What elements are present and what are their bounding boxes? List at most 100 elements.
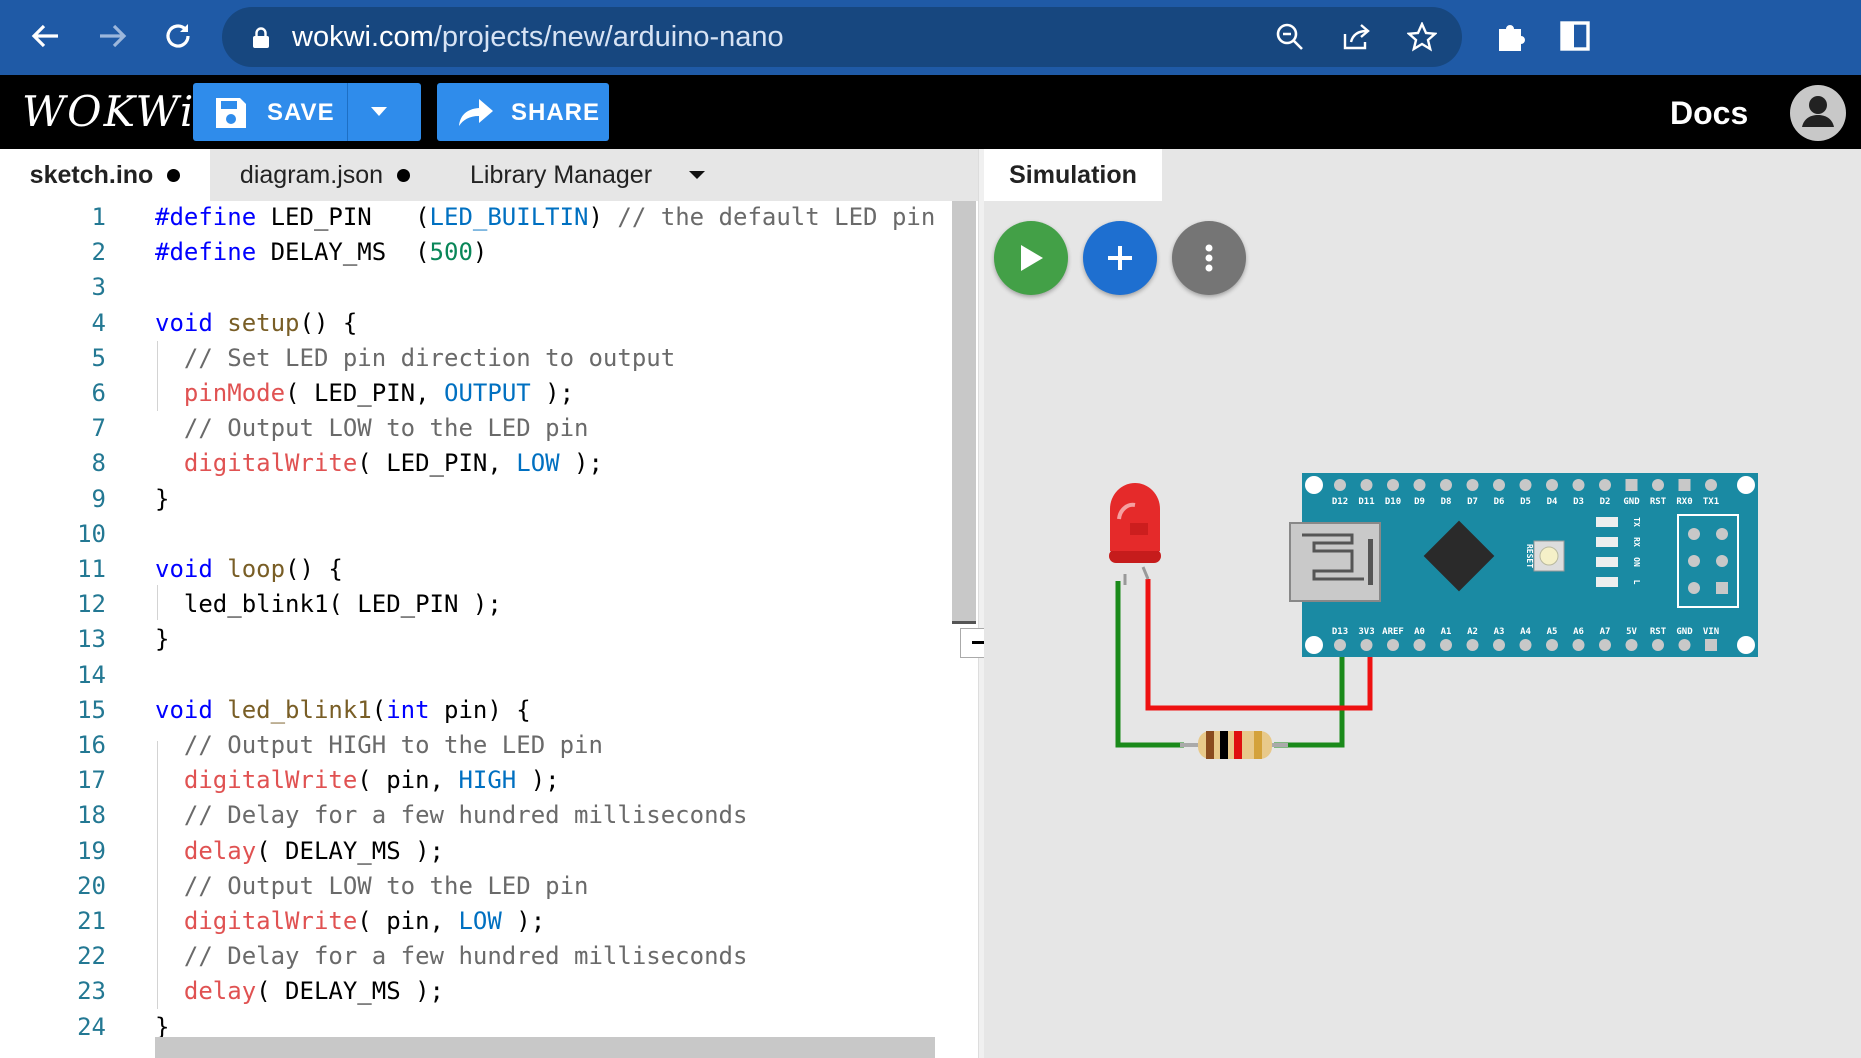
pin-hole[interactable] (1360, 639, 1373, 651)
user-icon (1802, 96, 1834, 127)
back-button[interactable] (24, 14, 68, 58)
pin-hole[interactable] (1466, 639, 1479, 651)
line-number: 4 (91, 308, 106, 337)
on-label: ON (1632, 557, 1641, 567)
pin-label: D13 (1332, 627, 1348, 637)
bookmark-star-icon[interactable] (1404, 19, 1440, 55)
code-line[interactable]: digitalWrite( LED_PIN, LOW ); (155, 449, 603, 477)
pin-label: RST (1650, 497, 1667, 507)
share-page-icon[interactable] (1338, 19, 1374, 55)
resistor[interactable] (1180, 731, 1288, 759)
line-number: 12 (77, 590, 106, 619)
code-line[interactable]: #define DELAY_MS (500) (155, 238, 487, 266)
code-line[interactable]: delay( DELAY_MS ); (155, 977, 444, 1005)
pin-hole[interactable] (1413, 479, 1426, 491)
side-panel-icon[interactable] (1555, 16, 1595, 56)
pin-label: D10 (1385, 497, 1401, 507)
pin-hole[interactable] (1625, 479, 1638, 491)
code-line[interactable]: #define LED_PIN (LED_BUILTIN) // the def… (155, 203, 935, 231)
pin-hole[interactable] (1678, 639, 1691, 651)
code-line[interactable]: digitalWrite( pin, LOW ); (155, 907, 545, 935)
tab-sketch-ino[interactable]: sketch.ino (0, 149, 210, 201)
pin-label: GND (1676, 627, 1693, 637)
line-number: 17 (77, 766, 106, 795)
pin-hole[interactable] (1652, 479, 1664, 491)
pin-hole[interactable] (1678, 479, 1691, 491)
pin-hole[interactable] (1334, 639, 1346, 651)
pin-hole[interactable] (1652, 639, 1664, 651)
extensions-puzzle-icon[interactable] (1490, 16, 1530, 56)
code-line[interactable]: delay( DELAY_MS ); (155, 837, 444, 865)
code-line[interactable]: // Output LOW to the LED pin (155, 414, 589, 442)
code-line[interactable]: // Delay for a few hundred milliseconds (155, 942, 748, 970)
code-line[interactable]: // Output HIGH to the LED pin (155, 731, 603, 759)
tabs-dropdown-button[interactable] (688, 149, 712, 201)
pin-hole[interactable] (1705, 479, 1717, 491)
line-number: 19 (77, 836, 106, 865)
caret-down-icon (689, 171, 705, 179)
pin-hole[interactable] (1572, 479, 1585, 491)
scrollbar-position-marker (952, 621, 976, 624)
chevron-down-icon[interactable] (369, 105, 389, 119)
code-editor[interactable]: 1 2 3 4 5 6 7 8 9 10 11 12 13 14 15 16 17 18 19 20 21 22 23 24 … (0, 201, 978, 1058)
pin-hole[interactable] (1572, 639, 1585, 651)
line-number: 7 (91, 414, 106, 443)
tab-library-manager[interactable]: Library Manager (470, 149, 670, 201)
code-line[interactable]: led_blink1( LED_PIN ); (155, 590, 502, 618)
code-line[interactable]: pinMode( LED_PIN, OUTPUT ); (155, 379, 574, 407)
pin-hole[interactable] (1519, 639, 1532, 651)
user-avatar[interactable] (1790, 85, 1846, 141)
zoom-icon[interactable] (1272, 19, 1308, 55)
pin-label: D11 (1358, 497, 1374, 507)
pin-hole[interactable] (1546, 639, 1558, 651)
line-number: 21 (77, 907, 106, 935)
address-bar[interactable]: wokwi.com/projects/new/arduino-nano (222, 7, 1462, 67)
code-line[interactable]: } (155, 625, 169, 653)
share-button[interactable]: SHARE (437, 83, 609, 141)
code-line[interactable]: // Set LED pin direction to output (155, 344, 675, 372)
line-number: 15 (77, 695, 106, 724)
code-line[interactable]: digitalWrite( pin, HIGH ); (155, 766, 560, 794)
pin-hole[interactable] (1493, 479, 1505, 491)
docs-link[interactable]: Docs (1670, 95, 1748, 132)
save-button[interactable]: SAVE (193, 83, 421, 141)
pin-hole[interactable] (1334, 479, 1346, 491)
pin-hole[interactable] (1387, 479, 1399, 491)
pin-hole[interactable] (1625, 639, 1638, 651)
pin-hole[interactable] (1360, 479, 1373, 491)
pin-hole[interactable] (1387, 639, 1399, 651)
red-led[interactable] (1109, 483, 1161, 585)
wokwi-logo[interactable]: WOKWi (22, 87, 195, 136)
pin-hole[interactable] (1493, 639, 1505, 651)
code-line[interactable]: } (155, 485, 169, 513)
forward-arrow-icon (100, 24, 127, 48)
back-arrow-icon (31, 24, 58, 48)
simulation-panel: Simulation D12 D11 D10 D9 D8 D7 D6 D5 D4… (984, 149, 1861, 1058)
forward-button[interactable] (90, 14, 134, 58)
line-number: 2 (91, 238, 106, 267)
code-line[interactable]: void led_blink1(int pin) { (155, 696, 531, 724)
tx-label: TX (1632, 517, 1641, 527)
pin-hole[interactable] (1705, 639, 1717, 651)
code-line[interactable]: // Output LOW to the LED pin (155, 872, 589, 900)
pin-hole[interactable] (1440, 479, 1452, 491)
pin-hole[interactable] (1519, 479, 1532, 491)
circuit-canvas[interactable]: D12 D11 D10 D9 D8 D7 D6 D5 D4 D3 D2 GND RST RX0 TX1 D1… (984, 149, 1861, 1058)
vertical-scrollbar[interactable] (952, 201, 976, 621)
pin-hole[interactable] (1466, 479, 1479, 491)
code-line[interactable]: void setup() { (155, 309, 357, 337)
pin-hole[interactable] (1599, 479, 1611, 491)
tab-diagram-json[interactable]: diagram.json (210, 149, 440, 201)
arduino-nano-board[interactable]: D12 D11 D10 D9 D8 D7 D6 D5 D4 D3 D2 GND RST RX0 TX1 D1… (1289, 473, 1758, 657)
pin-hole[interactable] (1413, 639, 1426, 651)
code-line[interactable]: // Delay for a few hundred milliseconds (155, 801, 748, 829)
line-number: 22 (77, 942, 106, 971)
on-led (1596, 557, 1618, 567)
pin-hole[interactable] (1599, 639, 1611, 651)
pin-hole[interactable] (1440, 639, 1452, 651)
horizontal-scrollbar[interactable] (155, 1037, 935, 1058)
pin-hole[interactable] (1546, 479, 1558, 491)
code-line[interactable]: void loop() { (155, 555, 343, 583)
pin-label: A4 (1520, 627, 1531, 637)
reload-button[interactable] (156, 14, 200, 58)
